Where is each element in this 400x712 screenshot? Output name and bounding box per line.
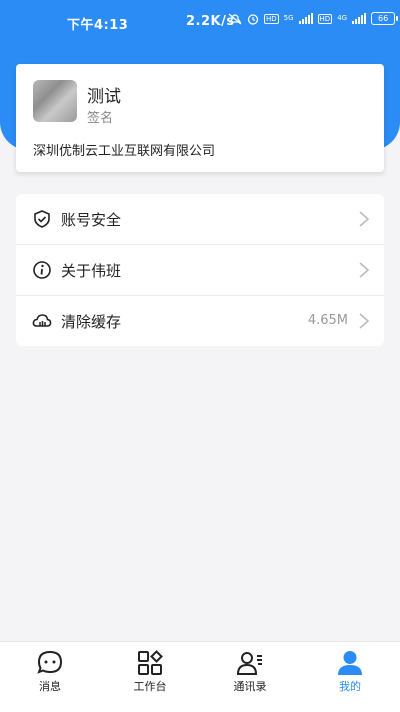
chevron-right-icon xyxy=(359,313,370,329)
company-name: 深圳优制云工业互联网有限公司 xyxy=(33,144,216,159)
status-time: 下午4:13 xyxy=(67,18,129,33)
nav-label: 工作台 xyxy=(133,680,167,693)
chat-icon xyxy=(37,650,63,674)
menu-item-account-security[interactable]: 账号安全 xyxy=(16,194,384,244)
chevron-right-icon xyxy=(359,262,370,278)
menu-item-clear-cache[interactable]: 清除缓存 4.65M xyxy=(16,295,384,346)
nav-label: 我的 xyxy=(339,680,361,693)
chevron-right-icon xyxy=(359,211,370,227)
tab-workbench[interactable]: 工作台 xyxy=(110,642,190,712)
hd-badge-icon: HD xyxy=(264,13,279,24)
signal-icon xyxy=(352,13,367,24)
5g-icon: 5G xyxy=(283,14,294,22)
hd-badge-icon: HD xyxy=(317,13,333,24)
status-icons: HD 5G HD 4G 66 xyxy=(228,12,399,25)
nav-label: 消息 xyxy=(39,680,61,693)
alarm-icon xyxy=(247,13,259,25)
tab-contacts[interactable]: 通讯录 xyxy=(210,642,290,712)
menu-item-about[interactable]: 关于伟班 xyxy=(16,244,384,295)
mute-icon xyxy=(228,13,242,24)
bottom-nav: 消息 工作台 通讯录 我的 xyxy=(0,641,400,712)
user-icon xyxy=(338,651,362,675)
status-bar: 下午4:13 2.2K/s HD 5G HD 4G 66 xyxy=(0,0,400,40)
user-name: 测试 xyxy=(87,87,121,107)
profile-card[interactable]: 测试 签名 深圳优制云工业互联网有限公司 xyxy=(16,64,384,172)
tab-mine[interactable]: 我的 xyxy=(310,642,390,712)
nav-label: 通讯录 xyxy=(233,680,267,693)
shield-icon xyxy=(34,210,50,228)
info-icon xyxy=(33,261,51,279)
menu-item-label: 账号安全 xyxy=(61,211,122,229)
settings-menu: 账号安全 关于伟班 清除缓存 4.65M xyxy=(16,194,384,346)
tab-messages[interactable]: 消息 xyxy=(10,642,90,712)
menu-item-label: 关于伟班 xyxy=(61,262,122,280)
avatar[interactable] xyxy=(33,80,77,122)
4g-icon: 4G xyxy=(337,14,348,22)
grid-icon xyxy=(138,650,163,675)
menu-item-label: 清除缓存 xyxy=(61,313,122,331)
contacts-icon xyxy=(236,652,262,675)
battery-icon: 66 xyxy=(371,12,399,25)
cloud-icon xyxy=(32,314,52,327)
signal-icon xyxy=(298,13,313,24)
user-signature: 签名 xyxy=(87,111,114,126)
cache-size: 4.65M xyxy=(307,313,348,328)
